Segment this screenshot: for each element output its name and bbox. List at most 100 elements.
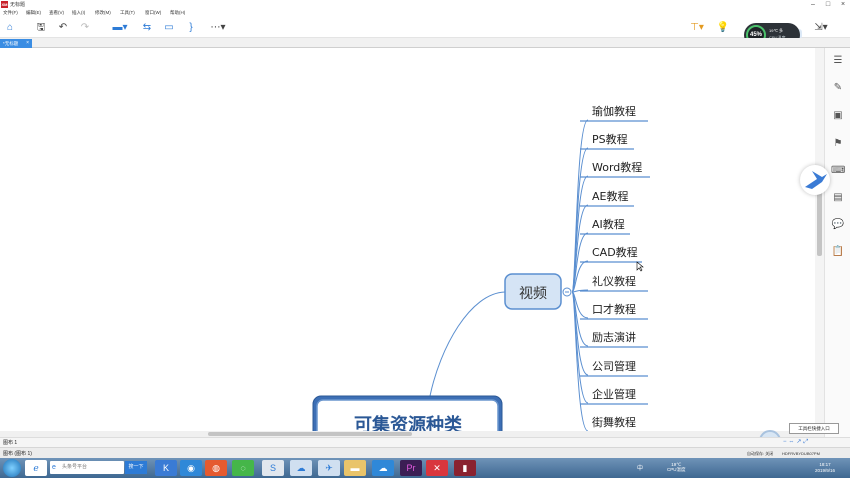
zoom-controls[interactable]: − ⇔ ↗ ⤢ bbox=[783, 438, 850, 447]
360-browser-icon[interactable]: ◌ bbox=[232, 460, 254, 476]
computer-name: HDFRVBYDUB07PM bbox=[782, 451, 820, 456]
leaf-topic[interactable]: 口才教程 bbox=[592, 302, 636, 316]
menu-edit[interactable]: 编辑(E) bbox=[26, 10, 41, 16]
close-window-button[interactable]: × bbox=[836, 0, 850, 9]
folder-icon[interactable]: ▬ bbox=[344, 460, 366, 476]
redo-icon[interactable]: ↷ bbox=[78, 21, 92, 35]
image-icon[interactable]: ▣ bbox=[831, 109, 845, 123]
window-title: 无标题 bbox=[10, 2, 26, 8]
document-tabs: *无标题 × bbox=[0, 38, 850, 48]
windows-taskbar: ℯ e 头条号平台 搜一下 K ◉ ◍ ◌ S ☁ ✈ ▬ ☁ Pr ✕ ▮ 自… bbox=[0, 451, 850, 478]
menu-modify[interactable]: 修改(M) bbox=[95, 10, 111, 16]
assistant-bird-icon[interactable] bbox=[800, 165, 830, 195]
xmind-icon[interactable]: ✕ bbox=[426, 460, 448, 476]
boundary-icon[interactable]: ▭ bbox=[162, 21, 176, 35]
kugou-icon[interactable]: K bbox=[155, 460, 177, 476]
fullscreen-icon: ⤢ bbox=[803, 439, 809, 445]
menu-insert[interactable]: 插入(I) bbox=[72, 10, 85, 16]
branch-node-label: 视频 bbox=[519, 286, 547, 302]
maximize-button[interactable]: □ bbox=[821, 0, 835, 9]
more-icon[interactable]: ⋯▾ bbox=[206, 21, 230, 35]
tray-date: 2019/9/16 bbox=[815, 468, 836, 473]
search-e-icon: e bbox=[52, 464, 56, 471]
relation-icon[interactable]: ⇆ bbox=[140, 21, 154, 35]
baidu-netdisk-icon[interactable]: ☁ bbox=[290, 460, 312, 476]
zoom-plus-icon: ↗ bbox=[796, 439, 802, 445]
format-brush-icon[interactable]: ✎ bbox=[831, 81, 845, 95]
root-branch-connector bbox=[429, 291, 506, 397]
sheet-bar: 图布 (图布 1) bbox=[0, 447, 850, 458]
start-button[interactable] bbox=[3, 459, 21, 477]
outline-icon[interactable]: ☰ bbox=[831, 54, 845, 68]
marker-icon[interactable]: ⊤▾ bbox=[688, 21, 706, 35]
status-bar: 图布 1 bbox=[0, 437, 850, 447]
leaf-topic[interactable]: AI教程 bbox=[592, 218, 625, 231]
sheet-tab[interactable]: 图布 (图布 1) bbox=[3, 450, 32, 457]
leaf-topic[interactable]: 励志演讲 bbox=[592, 330, 636, 344]
chrome-like-icon[interactable]: ◉ bbox=[180, 460, 202, 476]
tray-clock[interactable]: 18:17 2019/9/16 bbox=[815, 462, 835, 474]
menu-file[interactable]: 文件(F) bbox=[3, 10, 18, 16]
home-icon[interactable]: ⌂ bbox=[3, 21, 17, 35]
save-icon[interactable]: 🖫 bbox=[34, 21, 48, 35]
leaf-topic[interactable]: 瑜伽教程 bbox=[592, 104, 636, 118]
menu-tools[interactable]: 工具(T) bbox=[120, 10, 135, 16]
zoom-minus-icon: − bbox=[783, 439, 787, 445]
leaf-topic[interactable]: 企业管理 bbox=[592, 387, 636, 401]
vertical-scrollbar[interactable] bbox=[815, 48, 824, 431]
ime-indicator[interactable]: 中 bbox=[637, 463, 643, 472]
tray-weather[interactable]: 19℃ CPU温度 bbox=[667, 462, 686, 472]
keyboard-icon[interactable]: ⌨ bbox=[831, 164, 845, 178]
leaf-topic[interactable]: PS教程 bbox=[592, 133, 628, 146]
menu-help[interactable]: 帮助(H) bbox=[170, 10, 185, 16]
undo-icon[interactable]: ↶ bbox=[56, 21, 70, 35]
menu-window[interactable]: 窗口(W) bbox=[145, 10, 161, 16]
leaf-topic[interactable]: 街舞教程 bbox=[592, 415, 636, 429]
leaf-connector bbox=[571, 204, 589, 293]
canvas-name: 图布 1 bbox=[3, 440, 18, 446]
leaf-topic[interactable]: AE教程 bbox=[592, 190, 628, 203]
note-icon[interactable]: ▤ bbox=[831, 191, 845, 205]
app-logo-icon: XM bbox=[1, 1, 8, 8]
idea-bulb-icon[interactable]: 💡 bbox=[716, 21, 730, 35]
root-node-label: 可集资源种类 bbox=[354, 414, 463, 431]
mindmap-canvas[interactable]: 视频 可集资源种类 瑜伽教程 PS教程 Word教程 AE教程 AI教程 CAD… bbox=[0, 48, 824, 431]
sogou-icon[interactable]: S bbox=[262, 460, 284, 476]
export-icon[interactable]: ⇲▾ bbox=[812, 21, 830, 35]
zoom-fit-icon: ⇔ bbox=[788, 439, 795, 445]
title-bar: XM 无标题 – □ × bbox=[0, 0, 850, 9]
tab-untitled[interactable]: *无标题 × bbox=[0, 39, 32, 48]
leaf-topic[interactable]: Word教程 bbox=[592, 161, 642, 174]
autosave-status: 自动保存: 关闭 bbox=[747, 451, 774, 456]
right-panel: ☰ ✎ ▣ ⚑ ⌨ ▤ 💬 📋 bbox=[824, 48, 850, 437]
summary-icon[interactable]: } bbox=[184, 21, 198, 35]
mouse-cursor-icon bbox=[636, 261, 644, 272]
leaf-topic[interactable]: CAD教程 bbox=[592, 246, 638, 259]
chrome-icon[interactable]: ◍ bbox=[205, 460, 227, 476]
tray-cpu-label: CPU温度 bbox=[667, 467, 686, 472]
ie-browser-icon[interactable]: ℯ bbox=[25, 460, 47, 476]
taskbar-search-button[interactable]: 搜一下 bbox=[125, 461, 147, 474]
cloud-icon[interactable]: ☁ bbox=[372, 460, 394, 476]
leaf-topic[interactable]: 公司管理 bbox=[592, 359, 636, 373]
premiere-icon[interactable]: Pr bbox=[400, 460, 422, 476]
taskbar-search-placeholder: 头条号平台 bbox=[62, 464, 88, 470]
system-tray: 自动保存: 关闭 HDFRVBYDUB07PM 中 19℃ CPU温度 18:1… bbox=[637, 451, 850, 476]
minimize-button[interactable]: – bbox=[806, 0, 820, 9]
leaf-topic[interactable]: 礼仪教程 bbox=[592, 274, 636, 288]
topic-style-icon[interactable]: ▬▾ bbox=[110, 21, 130, 35]
horizontal-scroll-thumb[interactable] bbox=[208, 432, 412, 436]
menu-bar: 文件(F) 编辑(E) 查看(V) 插入(I) 修改(M) 工具(T) 窗口(W… bbox=[0, 9, 850, 18]
tab-label: *无标题 bbox=[3, 41, 19, 46]
menu-view[interactable]: 查看(V) bbox=[49, 10, 64, 16]
taskbar-search-input[interactable]: e 头条号平台 bbox=[50, 461, 124, 474]
toolbar-quick-entry[interactable]: 工具栏快捷入口 bbox=[789, 423, 839, 434]
task-icon[interactable]: 📋 bbox=[831, 245, 845, 259]
flag-icon[interactable]: ⚑ bbox=[831, 137, 845, 151]
close-tab-icon[interactable]: × bbox=[26, 39, 29, 48]
toolbar: ⌂ 🖫 ↶ ↷ ▬▾ ⇆ ▭ } ⋯▾ ⊤▾ 💡 实时天气 ⇲▾ bbox=[0, 18, 850, 39]
xmind-bird-icon[interactable]: ✈ bbox=[318, 460, 340, 476]
red-app-icon[interactable]: ▮ bbox=[454, 460, 476, 476]
comment-icon[interactable]: 💬 bbox=[831, 218, 845, 232]
cpu-temp-value: 19℃ 多 bbox=[769, 28, 784, 33]
